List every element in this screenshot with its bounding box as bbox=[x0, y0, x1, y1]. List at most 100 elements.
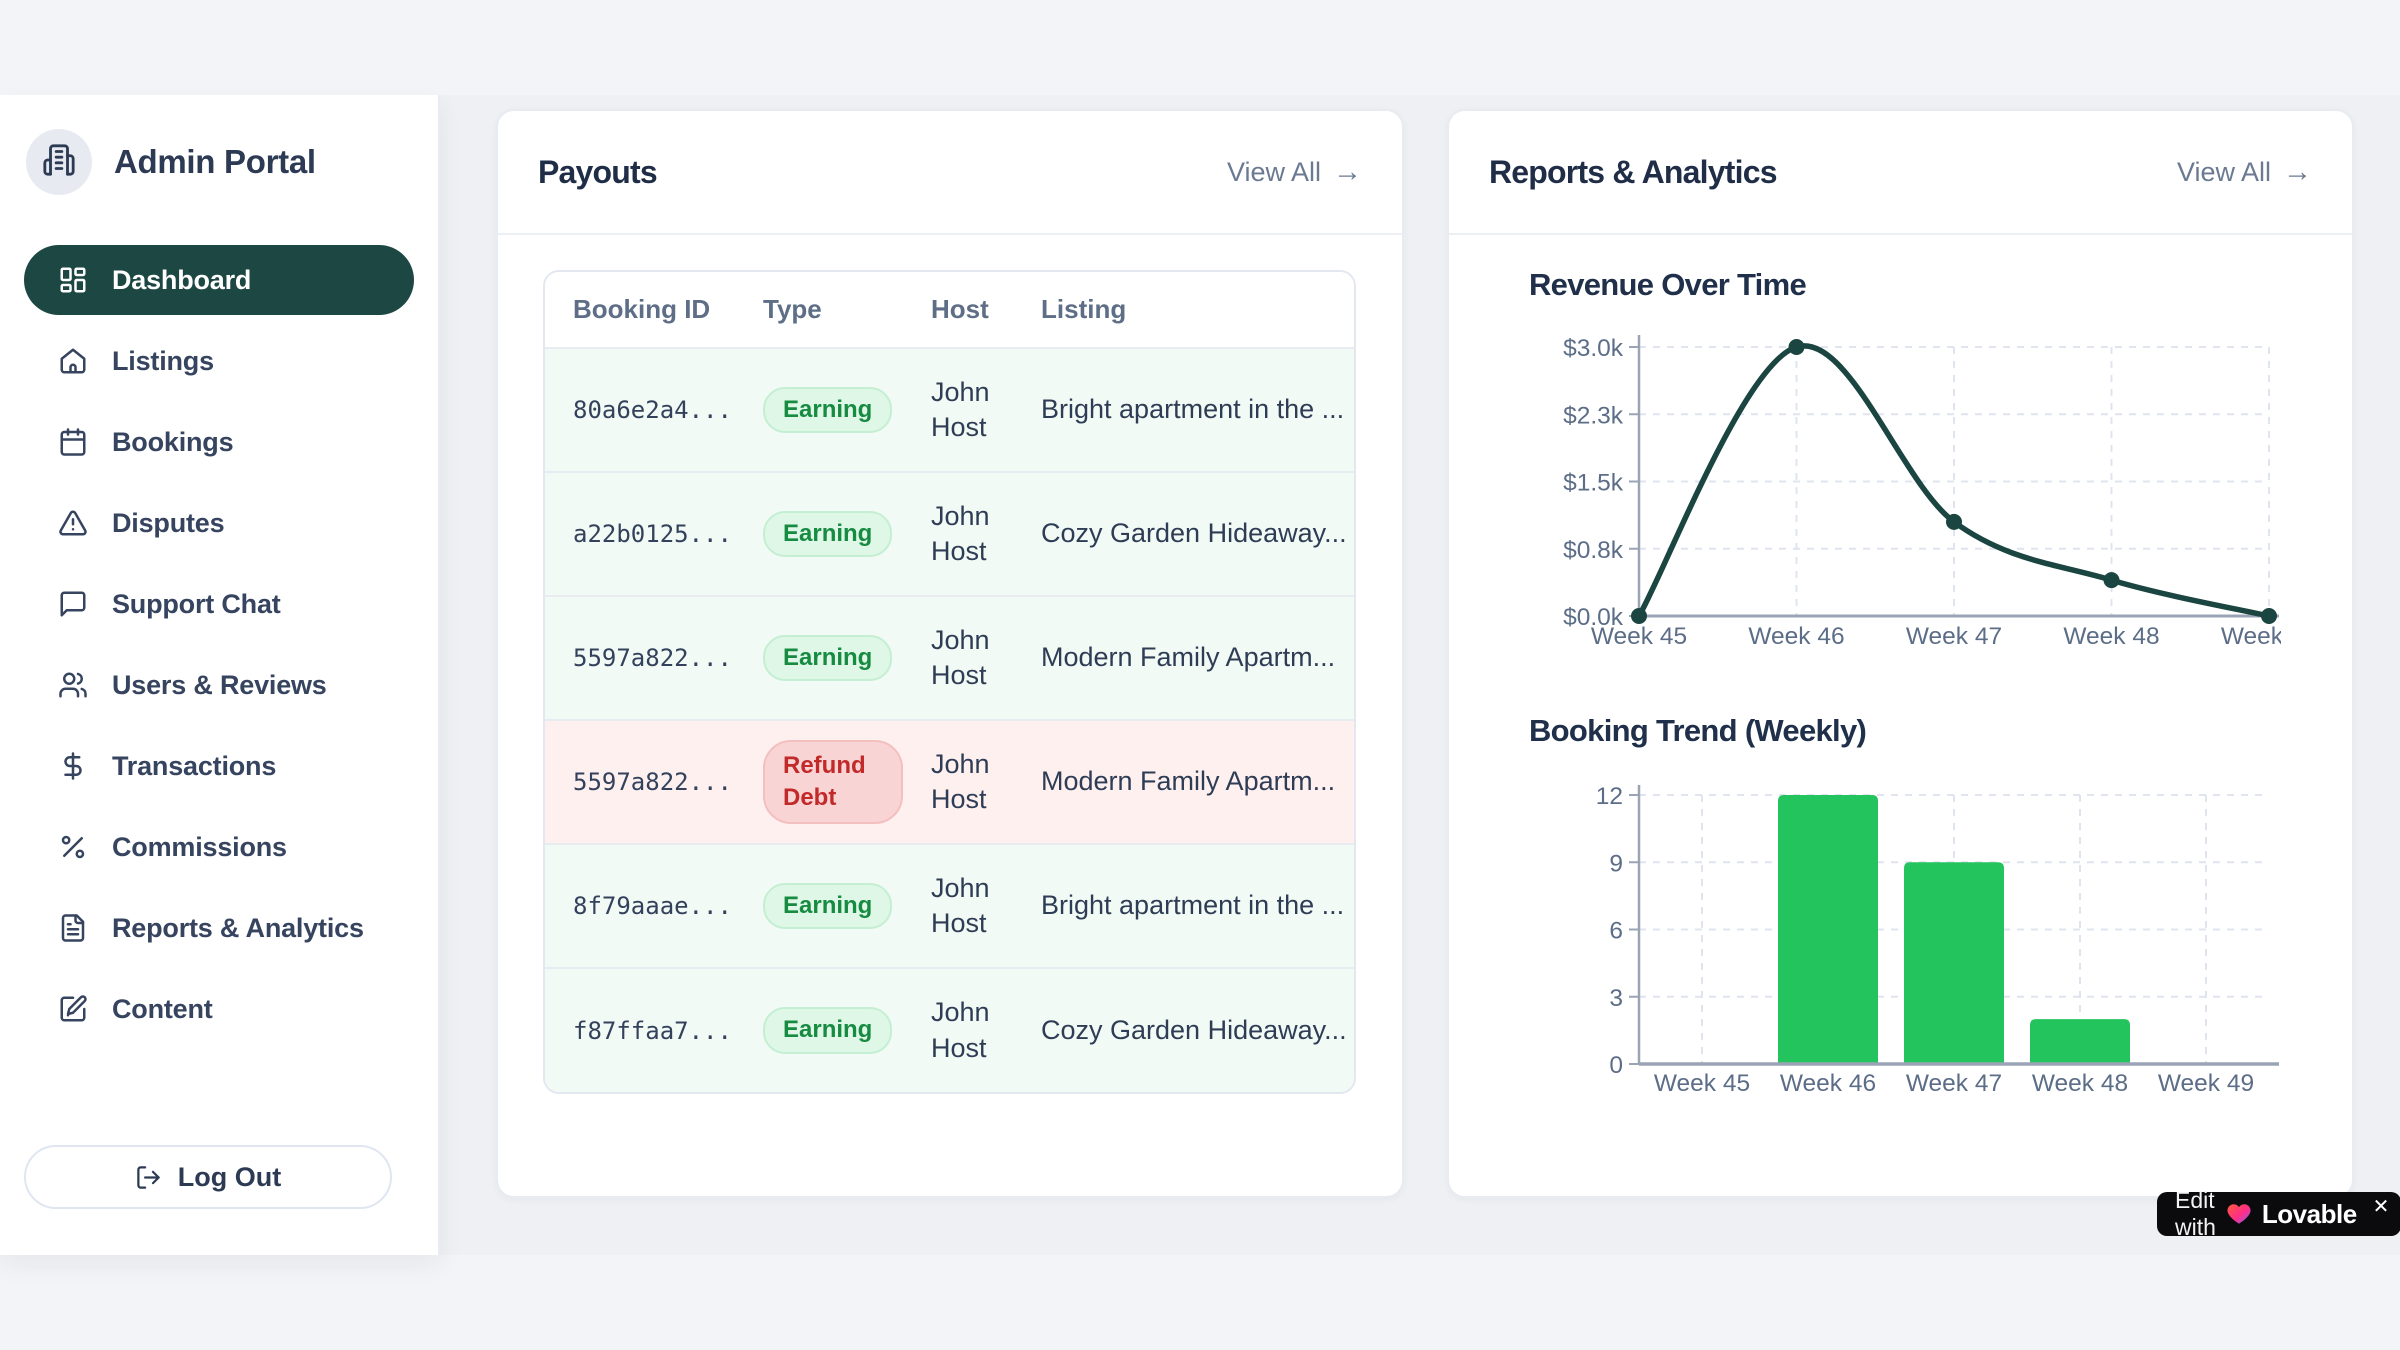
host-cell: John Host bbox=[903, 596, 1013, 720]
table-row[interactable]: 5597a822...EarningJohn HostModern Family… bbox=[545, 596, 1354, 720]
revenue-line-chart: $3.0k$2.3k$1.5k$0.8k$0.0kWeek 45Week 46W… bbox=[1557, 327, 2281, 657]
booking-id-cell: 5597a822... bbox=[573, 768, 732, 796]
table-row[interactable]: 5597a822...Refund DebtJohn HostModern Fa… bbox=[545, 720, 1354, 844]
lovable-brand-label: Lovable bbox=[2262, 1199, 2357, 1230]
svg-text:Week 49: Week 49 bbox=[2158, 1070, 2254, 1097]
table-row[interactable]: a22b0125...EarningJohn HostCozy Garden H… bbox=[545, 472, 1354, 596]
sidebar-item-label: Reports & Analytics bbox=[112, 913, 364, 944]
table-header-row: Booking IDTypeHostListing bbox=[545, 272, 1354, 348]
dollar-icon bbox=[58, 751, 88, 781]
svg-text:6: 6 bbox=[1609, 918, 1623, 945]
sidebar-item-label: Dashboard bbox=[112, 265, 251, 296]
booking-id-cell: 8f79aaae... bbox=[573, 892, 732, 920]
reports-card: Reports & Analytics View All → Revenue O… bbox=[1447, 109, 2354, 1198]
table-row[interactable]: 80a6e2a4...EarningJohn HostBright apartm… bbox=[545, 348, 1354, 472]
sidebar-item-content[interactable]: Content bbox=[24, 974, 414, 1044]
host-cell: John Host bbox=[903, 968, 1013, 1092]
sidebar-item-dashboard[interactable]: Dashboard bbox=[24, 245, 414, 315]
lovable-badge[interactable]: Edit with Lovable ✕ bbox=[2157, 1192, 2400, 1236]
brand-title: Admin Portal bbox=[114, 143, 316, 181]
listing-cell: Cozy Garden Hideaway... bbox=[1013, 472, 1354, 596]
svg-text:Week 46: Week 46 bbox=[1780, 1070, 1876, 1097]
payouts-view-all-link[interactable]: View All → bbox=[1227, 156, 1362, 189]
host-cell: John Host bbox=[903, 348, 1013, 472]
svg-text:3: 3 bbox=[1609, 985, 1623, 1012]
logout-button[interactable]: Log Out bbox=[24, 1145, 392, 1209]
host-cell: John Host bbox=[903, 472, 1013, 596]
type-badge: Earning bbox=[763, 1007, 892, 1053]
payouts-table: Booking IDTypeHostListing 80a6e2a4...Ear… bbox=[543, 270, 1356, 1094]
sidebar-item-support-chat[interactable]: Support Chat bbox=[24, 569, 414, 639]
booking-chart-title: Booking Trend (Weekly) bbox=[1529, 713, 1866, 749]
sidebar-item-commissions[interactable]: Commissions bbox=[24, 812, 414, 882]
percent-icon bbox=[58, 832, 88, 862]
sidebar-item-label: Support Chat bbox=[112, 589, 281, 620]
sidebar-item-disputes[interactable]: Disputes bbox=[24, 488, 414, 558]
sidebar-item-reports-and-analytics[interactable]: Reports & Analytics bbox=[24, 893, 414, 963]
payouts-title: Payouts bbox=[538, 154, 657, 191]
svg-text:Week 47: Week 47 bbox=[1906, 1070, 2002, 1097]
sidebar-item-label: Listings bbox=[112, 346, 214, 377]
payouts-card-header: Payouts View All → bbox=[498, 111, 1402, 235]
brand-avatar bbox=[26, 129, 92, 195]
sidebar-item-transactions[interactable]: Transactions bbox=[24, 731, 414, 801]
listing-cell: Cozy Garden Hideaway... bbox=[1013, 968, 1354, 1092]
host-cell: John Host bbox=[903, 720, 1013, 844]
svg-text:Week 48: Week 48 bbox=[2063, 623, 2159, 650]
file-pen-icon bbox=[58, 994, 88, 1024]
brand: Admin Portal bbox=[26, 129, 438, 195]
lovable-heart-icon bbox=[2226, 1201, 2252, 1227]
host-cell: John Host bbox=[903, 844, 1013, 968]
sidebar-item-label: Commissions bbox=[112, 832, 287, 863]
column-header-listing: Listing bbox=[1013, 272, 1354, 348]
svg-text:$1.5k: $1.5k bbox=[1563, 470, 1624, 497]
revenue-chart-title: Revenue Over Time bbox=[1529, 267, 1806, 303]
svg-text:$3.0k: $3.0k bbox=[1563, 335, 1624, 362]
svg-text:Week 45: Week 45 bbox=[1654, 1070, 1750, 1097]
home-icon bbox=[58, 346, 88, 376]
reports-card-header: Reports & Analytics View All → bbox=[1449, 111, 2352, 235]
booking-id-cell: f87ffaa7... bbox=[573, 1017, 732, 1045]
listing-cell: Bright apartment in the ... bbox=[1013, 844, 1354, 968]
svg-text:Week 47: Week 47 bbox=[1906, 623, 2002, 650]
type-badge: Refund Debt bbox=[763, 740, 903, 823]
booking-id-cell: 5597a822... bbox=[573, 644, 732, 672]
svg-text:$0.8k: $0.8k bbox=[1563, 537, 1624, 564]
building-icon bbox=[42, 143, 76, 182]
listing-cell: Bright apartment in the ... bbox=[1013, 348, 1354, 472]
dashboard-icon bbox=[58, 265, 88, 295]
type-badge: Earning bbox=[763, 883, 892, 929]
sidebar-nav: Dashboard Listings Bookings Disputes Support… bbox=[0, 245, 438, 1044]
table-row[interactable]: 8f79aaae... EarningJohn HostBright apartm… bbox=[545, 844, 1354, 968]
sidebar-item-bookings[interactable]: Bookings bbox=[24, 407, 414, 477]
lovable-close-button[interactable]: ✕ bbox=[2373, 1194, 2390, 1219]
svg-text:0: 0 bbox=[1609, 1052, 1623, 1079]
sidebar-item-listings[interactable]: Listings bbox=[24, 326, 414, 396]
lovable-prefix-label: Edit with bbox=[2175, 1187, 2216, 1241]
column-header-type: Type bbox=[735, 272, 903, 348]
payouts-card: Payouts View All → Booking IDTypeHostLis… bbox=[496, 109, 1404, 1198]
sidebar-item-label: Content bbox=[112, 994, 213, 1025]
booking-id-cell: a22b0125... bbox=[573, 520, 732, 548]
column-header-booking-id: Booking ID bbox=[545, 272, 735, 348]
table-row[interactable]: f87ffaa7... EarningJohn HostCozy Garden H… bbox=[545, 968, 1354, 1092]
calendar-icon bbox=[58, 427, 88, 457]
sidebar-item-label: Bookings bbox=[112, 427, 233, 458]
arrow-right-icon: → bbox=[1333, 156, 1362, 189]
view-all-label: View All bbox=[2177, 157, 2271, 188]
booking-id-cell: 80a6e2a4... bbox=[573, 396, 732, 424]
arrow-right-icon: → bbox=[2283, 156, 2312, 189]
svg-text:Week 45: Week 45 bbox=[1591, 623, 1687, 650]
chat-bubble-icon bbox=[58, 589, 88, 619]
view-all-label: View All bbox=[1227, 157, 1321, 188]
svg-text:12: 12 bbox=[1596, 783, 1623, 810]
reports-view-all-link[interactable]: View All → bbox=[2177, 156, 2312, 189]
column-header-host: Host bbox=[903, 272, 1013, 348]
listing-cell: Modern Family Apartm... bbox=[1013, 596, 1354, 720]
log-out-icon bbox=[135, 1164, 162, 1191]
sidebar-item-label: Transactions bbox=[112, 751, 276, 782]
booking-bar-chart: 129630Week 45Week 46Week 47Week 48Week 4… bbox=[1557, 782, 2281, 1112]
sidebar-item-users-and-reviews[interactable]: Users & Reviews bbox=[24, 650, 414, 720]
svg-text:Week 46: Week 46 bbox=[1748, 623, 1844, 650]
sidebar: Admin Portal Dashboard Listings Bookings Di… bbox=[0, 95, 440, 1255]
